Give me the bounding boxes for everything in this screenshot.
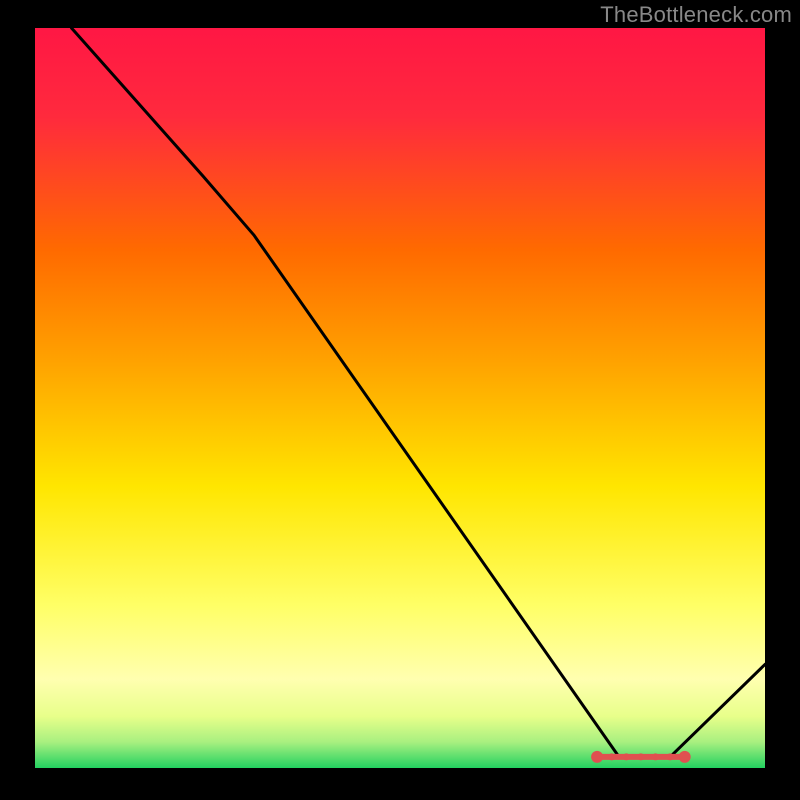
gradient-background: [35, 28, 765, 768]
marker-point: [652, 753, 659, 760]
chart-container: TheBottleneck.com: [0, 0, 800, 800]
chart-svg: [35, 28, 765, 768]
marker-point: [679, 751, 691, 763]
watermark-text: TheBottleneck.com: [600, 2, 792, 28]
marker-point: [591, 751, 603, 763]
marker-point: [608, 753, 615, 760]
marker-point: [623, 753, 630, 760]
marker-point: [637, 753, 644, 760]
marker-point: [667, 753, 674, 760]
plot-area: [35, 28, 765, 768]
